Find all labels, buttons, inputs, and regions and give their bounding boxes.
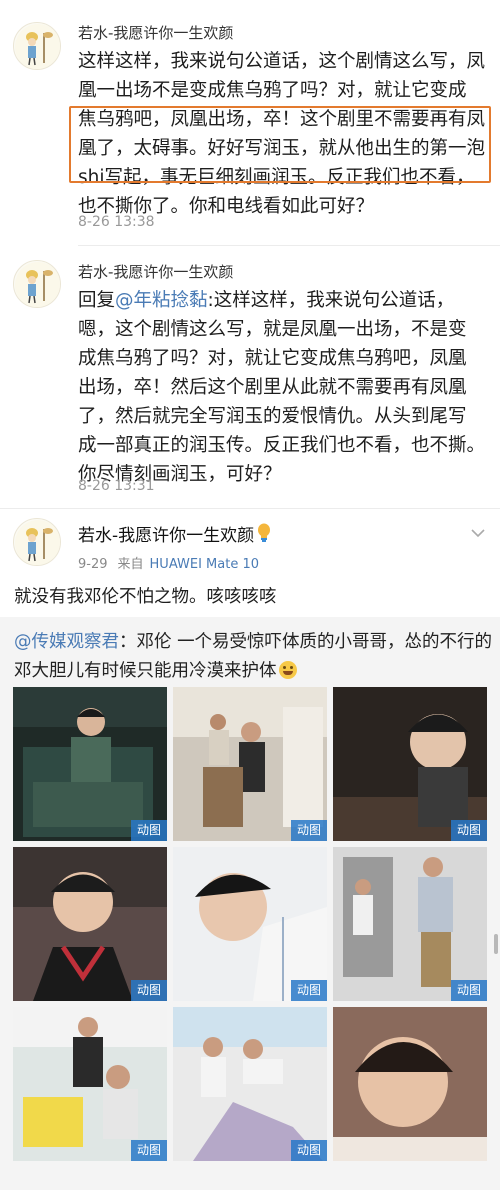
- comment-username[interactable]: 若水-我愿许你一生欢颜: [78, 261, 233, 282]
- gif-thumbnail[interactable]: 动图: [173, 687, 327, 841]
- repost-author-link[interactable]: @传媒观察君: [14, 632, 119, 652]
- comment-line: 回复@年粘捻黏:这样这样，我来说句公道话，: [78, 286, 494, 315]
- avatar[interactable]: [13, 518, 61, 566]
- post-date: 9-29: [78, 557, 108, 572]
- comment-timestamp: 8-26 13:31: [78, 478, 155, 494]
- device-link[interactable]: HUAWEI Mate 10: [150, 557, 259, 572]
- comment-line: 这样这样，我来说句公道话，这个剧情这么写，凤: [78, 51, 486, 72]
- chevron-down-icon[interactable]: [467, 522, 489, 544]
- post-text: 就没有我邓伦不怕之物。咳咳咳咳: [14, 587, 277, 607]
- comment-line: 成一部真正的润玉传。反正我们也不看，也不撕。: [78, 435, 486, 456]
- gif-thumbnail[interactable]: [333, 1007, 487, 1161]
- gif-badge: 动图: [451, 820, 487, 841]
- reply-mention-link[interactable]: @年粘捻黏: [115, 290, 208, 311]
- comment-username[interactable]: 若水-我愿许你一生欢颜: [78, 22, 233, 43]
- gif-badge: 动图: [291, 820, 327, 841]
- gif-badge: 动图: [131, 1140, 167, 1161]
- gif-thumbnail[interactable]: 动图: [173, 1007, 327, 1161]
- reply-prefix: 回复: [78, 290, 116, 311]
- repost-card[interactable]: @传媒观察君：邓伦 一个易受惊吓体质的小哥哥，怂的不行的 邓大胆儿有时候只能用冷…: [0, 617, 500, 1190]
- gif-thumbnail[interactable]: 动图: [13, 847, 167, 1001]
- gif-badge: 动图: [291, 1140, 327, 1161]
- post-username[interactable]: 若水-我愿许你一生欢颜: [78, 526, 254, 546]
- gif-thumbnail[interactable]: 动图: [13, 687, 167, 841]
- post-username-row: 若水-我愿许你一生欢颜: [78, 521, 271, 546]
- comment-line: 凰一出场不是变成焦乌鸦了吗？对，就让它变成: [78, 80, 467, 101]
- gif-thumbnail[interactable]: 动图: [333, 687, 487, 841]
- reply-text: :这样这样，我来说句公道话，: [207, 290, 455, 311]
- repost-text-rest: ：邓伦 一个易受惊吓体质的小哥哥，怂的不行的: [119, 632, 493, 652]
- divider: [0, 508, 500, 509]
- comment-line: 了，然后就完全写润玉的爱恨情仇。从头到尾写: [78, 406, 467, 427]
- gif-thumbnail[interactable]: 动图: [13, 1007, 167, 1161]
- repost-line: @传媒观察君：邓伦 一个易受惊吓体质的小哥哥，怂的不行的: [14, 628, 494, 657]
- avatar[interactable]: [13, 260, 61, 308]
- repost-text: @传媒观察君：邓伦 一个易受惊吓体质的小哥哥，怂的不行的 邓大胆儿有时候只能用冷…: [14, 628, 494, 686]
- post-meta: 9-29 来自 HUAWEI Mate 10: [78, 553, 259, 572]
- scrollbar[interactable]: [494, 934, 498, 954]
- gif-badge: 动图: [131, 980, 167, 1001]
- repost-line: 邓大胆儿有时候只能用冷漠来护体: [14, 657, 494, 686]
- comment-line: 成焦乌鸦了吗？对，就让它变成焦乌鸦吧，凤凰: [78, 348, 467, 369]
- avatar[interactable]: [13, 22, 61, 70]
- comment-text: 回复@年粘捻黏:这样这样，我来说句公道话， 嗯，这个剧情这么写，就是凤凰一出场，…: [78, 286, 494, 489]
- gif-thumbnail[interactable]: 动图: [173, 847, 327, 1001]
- lightbulb-icon: [258, 523, 271, 542]
- laugh-emoji-icon: [278, 661, 297, 679]
- comment-timestamp: 8-26 13:38: [78, 214, 155, 230]
- divider: [78, 245, 500, 246]
- repost-text-line2: 邓大胆儿有时候只能用冷漠来护体: [14, 661, 277, 681]
- gif-badge: 动图: [291, 980, 327, 1001]
- gif-badge: 动图: [451, 980, 487, 1001]
- comment-line: 嗯，这个剧情这么写，就是凤凰一出场，不是变: [78, 319, 467, 340]
- gif-thumbnail[interactable]: 动图: [333, 847, 487, 1001]
- source-label: 来自: [117, 557, 144, 572]
- comment-line: 出场，卒！然后这个剧里从此就不需要再有凤凰: [78, 377, 467, 398]
- highlight-annotation-box: [69, 106, 491, 183]
- gif-badge: 动图: [131, 820, 167, 841]
